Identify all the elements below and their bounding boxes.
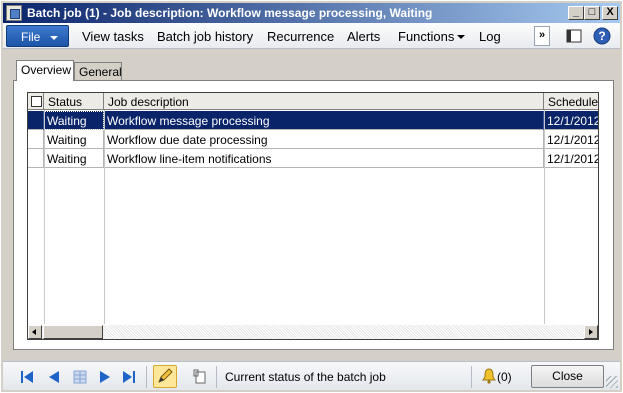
action-pane: File View tasks Batch job history Recurr… [3, 23, 620, 49]
batch-job-history-button[interactable]: Batch job history [157, 29, 253, 44]
row-selector[interactable] [28, 149, 44, 168]
job-description-cell[interactable]: Workflow due date processing [104, 130, 544, 149]
scroll-right-arrow[interactable] [584, 325, 598, 339]
column-header-status[interactable]: Status [44, 93, 104, 110]
row-selector[interactable] [28, 130, 44, 149]
layout-icon[interactable] [565, 27, 583, 45]
column-header-job-description[interactable]: Job description [104, 93, 544, 110]
scheduled-cell[interactable]: 12/1/2012 [544, 149, 598, 168]
status-cell[interactable]: Waiting [44, 149, 104, 168]
column-divider [44, 110, 45, 325]
previous-record-icon[interactable] [45, 368, 63, 386]
scroll-left-arrow[interactable] [28, 325, 42, 339]
more-actions-button[interactable]: » [534, 26, 550, 46]
table-row[interactable]: Waiting Workflow due date processing 12/… [28, 130, 598, 149]
column-divider [544, 110, 545, 325]
status-message: Current status of the batch job [225, 370, 386, 384]
alerts-button[interactable]: Alerts [347, 29, 380, 44]
status-cell[interactable]: Waiting [44, 130, 104, 149]
row-selector[interactable] [28, 111, 44, 130]
chevron-down-icon [50, 36, 58, 40]
batch-tasks-grid[interactable]: Status Job description Scheduled Waiting… [27, 92, 599, 340]
view-tasks-button[interactable]: View tasks [82, 29, 144, 44]
separator [471, 366, 472, 388]
horizontal-scrollbar[interactable] [28, 324, 598, 339]
notification-count: (0) [497, 370, 512, 384]
bell-icon [482, 368, 496, 384]
file-menu-button[interactable]: File [6, 25, 69, 47]
separator [216, 366, 217, 388]
help-icon[interactable]: ? [593, 27, 611, 45]
batch-job-window: Batch job (1) - Job description: Workflo… [0, 0, 623, 393]
status-cell[interactable]: Waiting [44, 111, 104, 130]
separator [146, 366, 147, 388]
tab-general[interactable]: General [74, 62, 122, 81]
maximize-button[interactable]: □ [584, 6, 600, 20]
column-divider [104, 110, 105, 325]
chevron-down-icon [457, 35, 466, 39]
recurrence-button[interactable]: Recurrence [267, 29, 334, 44]
minimize-button[interactable]: _ [568, 6, 584, 20]
grid-header: Status Job description Scheduled [28, 93, 598, 110]
scheduled-cell[interactable]: 12/1/2012 [544, 111, 598, 130]
form-content: Overview General Status Job description … [13, 57, 614, 353]
table-row[interactable]: Waiting Workflow message processing 12/1… [28, 111, 598, 130]
title-bar[interactable]: Batch job (1) - Job description: Workflo… [3, 3, 620, 23]
grid-view-icon[interactable] [71, 368, 89, 386]
window-title: Batch job (1) - Job description: Workflo… [27, 6, 433, 20]
select-all-checkbox[interactable] [31, 96, 42, 107]
column-header-scheduled[interactable]: Scheduled [544, 93, 598, 110]
batch-job-icon [6, 5, 22, 21]
functions-label: Functions [398, 29, 455, 44]
scrollbar-thumb[interactable] [43, 325, 103, 339]
svg-text:?: ? [598, 29, 605, 43]
overview-tab-panel: Status Job description Scheduled Waiting… [13, 80, 614, 350]
notifications-button[interactable]: (0) [481, 368, 512, 384]
pencil-icon [158, 368, 173, 383]
table-row[interactable]: Waiting Workflow line-item notifications… [28, 149, 598, 168]
first-record-icon[interactable] [18, 368, 36, 386]
select-all-column [28, 93, 44, 110]
close-window-button[interactable]: X [602, 6, 618, 20]
job-description-cell[interactable]: Workflow message processing [104, 111, 544, 130]
tab-overview[interactable]: Overview [16, 60, 74, 81]
attachment-icon[interactable] [191, 368, 209, 386]
scheduled-cell[interactable]: 12/1/2012 [544, 130, 598, 149]
file-menu-label: File [21, 30, 41, 44]
resize-grip[interactable] [606, 376, 618, 388]
status-bar: Current status of the batch job (0) Clos… [3, 361, 620, 390]
close-button[interactable]: Close [531, 365, 604, 388]
log-button[interactable]: Log [479, 29, 501, 44]
last-record-icon[interactable] [120, 368, 138, 386]
job-description-cell[interactable]: Workflow line-item notifications [104, 149, 544, 168]
next-record-icon[interactable] [96, 368, 114, 386]
functions-menu-button[interactable]: Functions [398, 29, 466, 44]
edit-mode-button[interactable] [153, 365, 177, 388]
